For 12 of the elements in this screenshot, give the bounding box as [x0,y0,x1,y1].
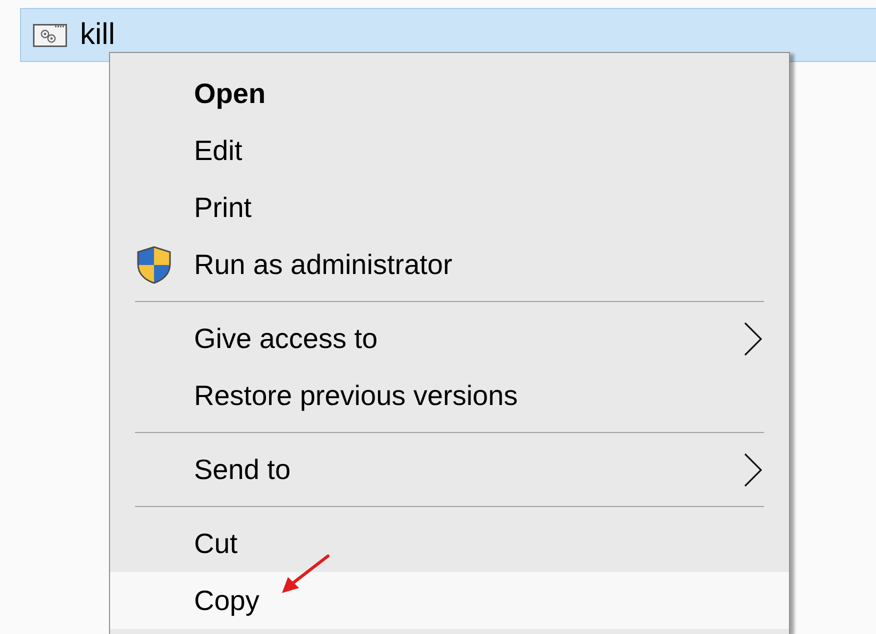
pointer-arrow [280,553,332,595]
menu-item[interactable]: Run as administrator [110,236,789,293]
menu-item[interactable]: Cut [110,515,789,572]
menu-item[interactable]: Copy [110,572,789,629]
menu-item[interactable]: Print [110,179,789,236]
file-name: kill [80,20,115,50]
menu-item[interactable]: Give access to [110,310,789,367]
menu-item[interactable]: Open [110,65,789,122]
menu-item[interactable]: Restore previous versions [110,367,789,424]
menu-item[interactable]: Send to [110,441,789,498]
menu-item[interactable]: Edit [110,122,789,179]
gear-window-icon [33,24,67,46]
